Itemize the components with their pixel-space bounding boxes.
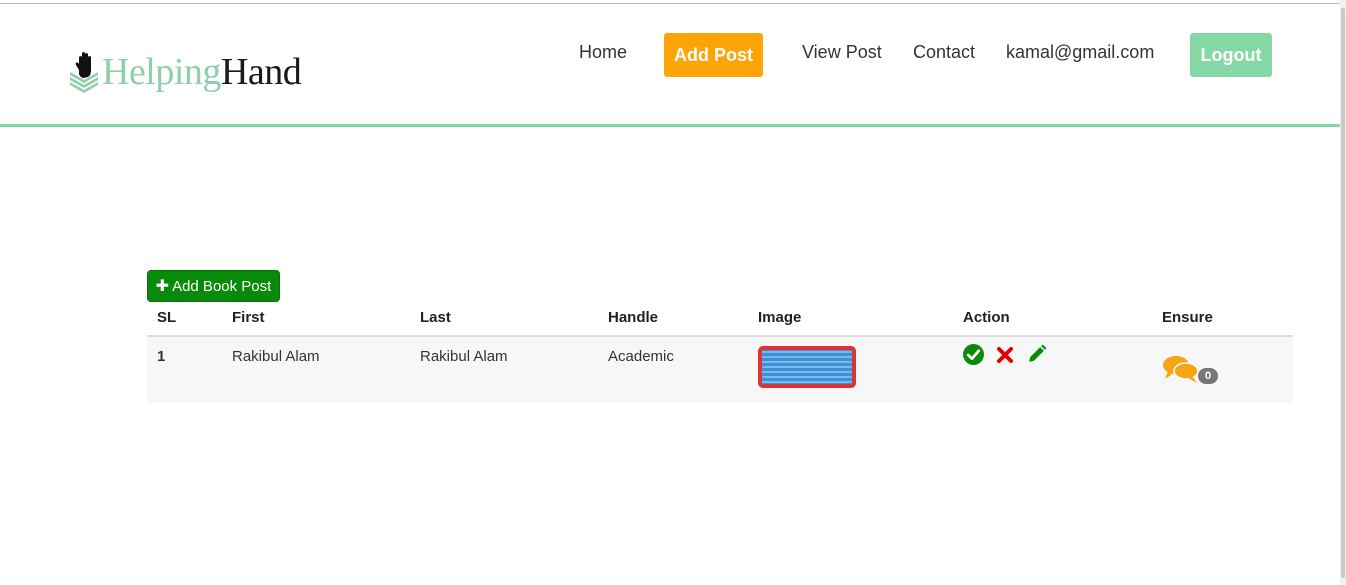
col-header-action: Action	[953, 300, 1152, 337]
brand-word-1: Helping	[102, 51, 221, 93]
brand-name: HelpingHand	[102, 51, 302, 93]
post-thumbnail-image[interactable]	[758, 346, 856, 388]
nav-view-post[interactable]: View Post	[802, 42, 882, 63]
brand-logo[interactable]: HelpingHand	[68, 48, 302, 96]
col-header-sl: SL	[147, 300, 222, 337]
plus-icon: ✚	[155, 278, 170, 295]
nav-contact[interactable]: Contact	[913, 42, 975, 63]
vertical-scrollbar[interactable]	[1340, 0, 1346, 585]
nav-add-post-button[interactable]: Add Post	[664, 33, 763, 77]
nav-user-email[interactable]: kamal@gmail.com	[1006, 42, 1154, 63]
header-divider	[0, 124, 1340, 127]
cell-handle: Academic	[608, 348, 674, 365]
cell-first: Rakibul Alam	[232, 348, 320, 365]
posts-table: SL First Last Handle Image Action Ensure…	[147, 300, 1293, 403]
cell-ensure: 0	[1152, 336, 1293, 403]
pencil-icon[interactable]	[1026, 344, 1047, 365]
nav-home[interactable]: Home	[579, 42, 627, 63]
cell-last: Rakibul Alam	[420, 348, 508, 365]
table-row: 1 Rakibul Alam Rakibul Alam Academic 0	[147, 336, 1293, 403]
comment-count-badge: 0	[1198, 368, 1219, 384]
site-header: HelpingHand Home Add Post View Post Cont…	[0, 4, 1340, 124]
col-header-first: First	[222, 300, 410, 337]
col-header-image: Image	[748, 300, 953, 337]
check-circle-icon[interactable]	[963, 344, 984, 365]
col-header-handle: Handle	[598, 300, 748, 337]
cell-action	[953, 336, 1152, 403]
scrollbar-thumb[interactable]	[1341, 8, 1345, 578]
x-icon[interactable]	[996, 346, 1014, 364]
add-book-post-label: Add Book Post	[172, 277, 272, 295]
logout-button[interactable]: Logout	[1190, 33, 1272, 77]
comments-icon[interactable]	[1162, 354, 1200, 384]
brand-word-2: Hand	[220, 51, 302, 93]
table-header-row: SL First Last Handle Image Action Ensure	[147, 300, 1293, 337]
cell-image	[748, 336, 953, 403]
col-header-last: Last	[410, 300, 598, 337]
add-book-post-button[interactable]: ✚ Add Book Post	[147, 270, 280, 302]
raised-hand-icon	[70, 52, 98, 93]
cell-sl: 1	[157, 348, 166, 365]
col-header-ensure: Ensure	[1152, 300, 1293, 337]
